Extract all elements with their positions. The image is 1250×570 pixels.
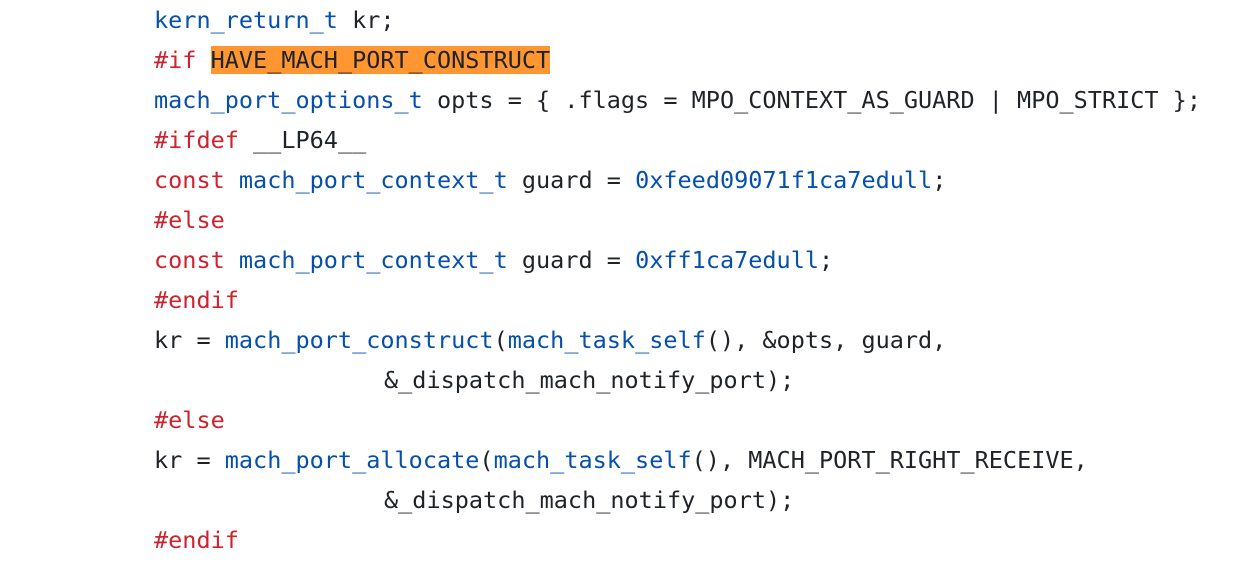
type-token: mach_port_context_t [238, 166, 508, 194]
number-literal: 0xfeed09071f1ca7edull [635, 166, 933, 194]
code-text: (), &opts, guard, [705, 326, 947, 354]
code-text: guard = [507, 246, 636, 274]
code-line: kern_return_t kr; [154, 0, 395, 40]
code-line: #endif [154, 280, 239, 320]
code-line: #ifdef __LP64__ [154, 120, 366, 160]
code-text: ; [932, 166, 947, 194]
code-line: #if HAVE_MACH_PORT_CONSTRUCT [154, 40, 551, 80]
code-text: ; [819, 246, 834, 274]
code-line: const mach_port_context_t guard = 0xff1c… [154, 240, 833, 280]
preprocessor-token: #endif [154, 286, 239, 314]
preprocessor-token: #endif [154, 526, 239, 554]
code-viewer: kern_return_t kr; #if HAVE_MACH_PORT_CONS… [0, 0, 1250, 570]
keyword-token: const [154, 246, 225, 274]
code-line: const mach_port_context_t guard = 0xfeed… [154, 160, 946, 200]
preprocessor-token: #else [154, 206, 225, 234]
function-token: mach_task_self [493, 446, 692, 474]
code-text: kr = [154, 326, 225, 354]
code-line: #else [154, 400, 225, 440]
code-text: (), MACH_PORT_RIGHT_RECEIVE, [691, 446, 1088, 474]
function-token: mach_port_allocate [224, 446, 480, 474]
preprocessor-token: #else [154, 406, 225, 434]
type-token: mach_port_options_t [154, 86, 423, 114]
code-text: opts = { .flags = MPO_CONTEXT_AS_GUARD |… [422, 86, 1201, 114]
code-text: kr; [337, 6, 395, 34]
code-line: #else [154, 200, 225, 240]
function-token: mach_port_construct [224, 326, 494, 354]
preprocessor-token: #ifdef [154, 126, 239, 154]
code-text: &_dispatch_mach_notify_port); [384, 366, 795, 394]
keyword-token: const [154, 166, 225, 194]
search-highlight: HAVE_MACH_PORT_CONSTRUCT [210, 46, 551, 74]
preprocessor-token: #if [154, 46, 197, 74]
code-text: kr = [154, 446, 225, 474]
code-text: ( [479, 446, 494, 474]
code-line: kr = mach_port_construct(mach_task_self(… [154, 320, 946, 360]
code-text: ( [493, 326, 508, 354]
code-line: #endif [154, 520, 239, 560]
code-line: mach_port_options_t opts = { .flags = MP… [154, 80, 1201, 120]
code-line: &_dispatch_mach_notify_port); [384, 360, 794, 400]
code-line: &_dispatch_mach_notify_port); [384, 480, 794, 520]
type-token: kern_return_t [154, 6, 338, 34]
code-text: &_dispatch_mach_notify_port); [384, 486, 795, 514]
function-token: mach_task_self [507, 326, 706, 354]
code-text: guard = [507, 166, 636, 194]
code-line: kr = mach_port_allocate(mach_task_self()… [154, 440, 1088, 480]
type-token: mach_port_context_t [238, 246, 508, 274]
code-text: __LP64__ [238, 126, 367, 154]
number-literal: 0xff1ca7edull [635, 246, 820, 274]
